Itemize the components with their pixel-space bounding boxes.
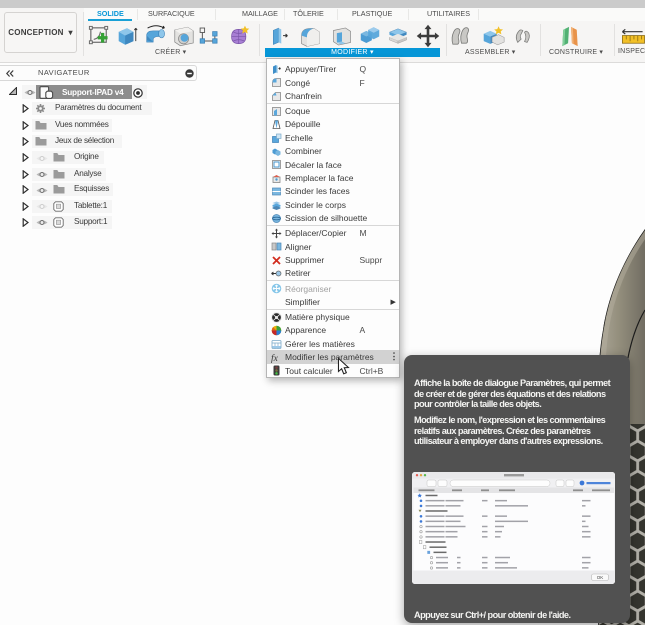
svg-text:OK: OK — [596, 575, 603, 580]
svg-text:fx: fx — [271, 353, 279, 363]
